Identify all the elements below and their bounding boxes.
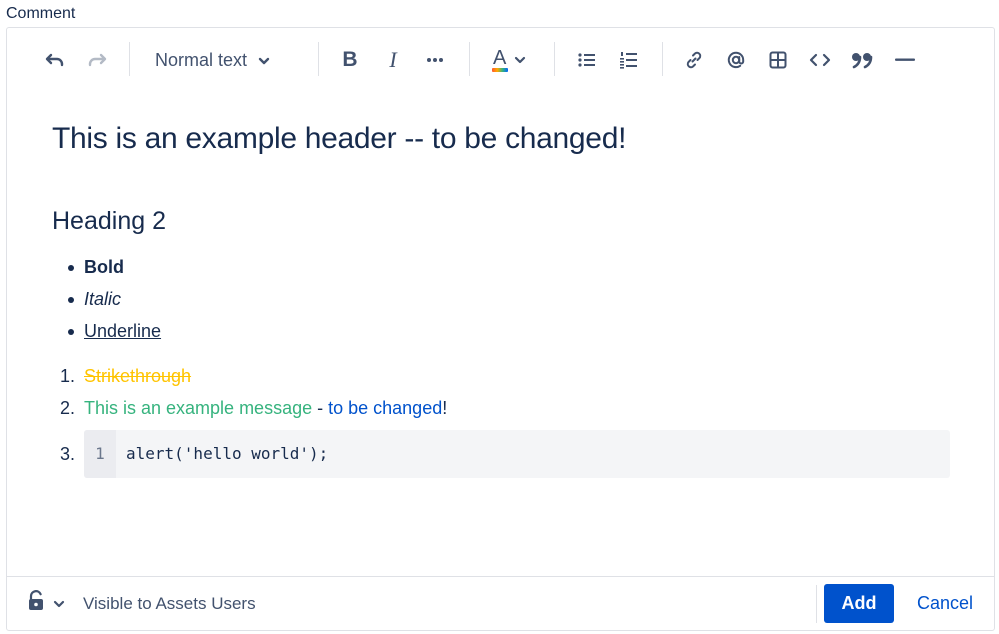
bullet-list: Bold Italic Underline	[52, 255, 161, 351]
list-number: 3.	[60, 444, 76, 464]
text-color-swatch: A	[490, 47, 510, 73]
green-text: This is an example message	[84, 398, 313, 418]
exclamation-text: !	[442, 398, 448, 418]
strikethrough-text: Strikethrough	[84, 366, 192, 386]
chevron-down-icon	[53, 595, 65, 613]
editor-toolbar: Normal text B I A	[7, 40, 994, 80]
underline-text: Underline	[84, 321, 162, 341]
bullet-list-icon[interactable]	[572, 44, 602, 76]
list-number: 2.	[60, 398, 76, 418]
separator-text: -	[312, 398, 329, 418]
code-block[interactable]: 1 alert('hello world');	[84, 430, 950, 478]
list-number: 1.	[60, 366, 76, 386]
list-item: Italic	[52, 287, 161, 319]
link-icon[interactable]	[679, 44, 709, 76]
undo-icon[interactable]	[40, 44, 70, 76]
list-item: 2. This is an example message - to be ch…	[52, 396, 950, 430]
add-button[interactable]: Add	[824, 584, 894, 623]
more-formatting-icon[interactable]	[420, 44, 450, 76]
list-item: Underline	[52, 319, 161, 351]
heading-2: Heading 2	[52, 207, 166, 235]
visibility-label: Visible to Assets Users	[83, 593, 256, 613]
text-style-label: Normal text	[155, 49, 248, 70]
toolbar-divider	[318, 42, 319, 76]
code-line-number: 1	[84, 430, 116, 478]
color-glyph: A	[493, 47, 507, 69]
italic-icon[interactable]: I	[378, 44, 408, 76]
numbered-list: 1. Strikethrough 2. This is an example m…	[52, 364, 950, 478]
color-bar	[492, 68, 508, 72]
heading-1: This is an example header -- to be chang…	[52, 122, 627, 155]
text-color-icon[interactable]: A	[487, 44, 529, 76]
editor-footer: Visible to Assets Users Add Cancel	[6, 576, 995, 631]
italic-glyph: I	[389, 47, 397, 72]
table-icon[interactable]	[763, 44, 793, 76]
bold-icon[interactable]: B	[335, 44, 365, 76]
list-item: 1. Strikethrough	[52, 364, 950, 396]
toolbar-divider	[662, 42, 663, 76]
numbered-list-icon[interactable]	[614, 44, 644, 76]
toolbar-divider	[554, 42, 555, 76]
chevron-down-icon	[257, 50, 271, 71]
footer-divider	[816, 585, 817, 623]
bold-text: Bold	[84, 257, 124, 277]
code-icon[interactable]	[805, 44, 835, 76]
comment-editor[interactable]: Normal text B I A This is an example hea…	[6, 27, 995, 577]
italic-text: Italic	[84, 289, 122, 309]
text-style-dropdown[interactable]: Normal text	[155, 44, 271, 76]
cancel-button[interactable]: Cancel	[905, 584, 985, 623]
visibility-dropdown[interactable]: Visible to Assets Users	[27, 577, 256, 630]
code-text: alert('hello world');	[126, 444, 329, 463]
divider-icon[interactable]	[890, 44, 920, 76]
quote-icon[interactable]	[847, 44, 877, 76]
unlock-icon	[27, 590, 47, 617]
list-item: Bold	[52, 255, 161, 287]
field-label: Comment	[6, 5, 76, 22]
redo-icon[interactable]	[82, 44, 112, 76]
toolbar-divider	[129, 42, 130, 76]
blue-text: to be changed	[328, 398, 443, 418]
toolbar-divider	[469, 42, 470, 76]
bold-glyph: B	[342, 48, 358, 71]
mention-icon[interactable]	[721, 44, 751, 76]
